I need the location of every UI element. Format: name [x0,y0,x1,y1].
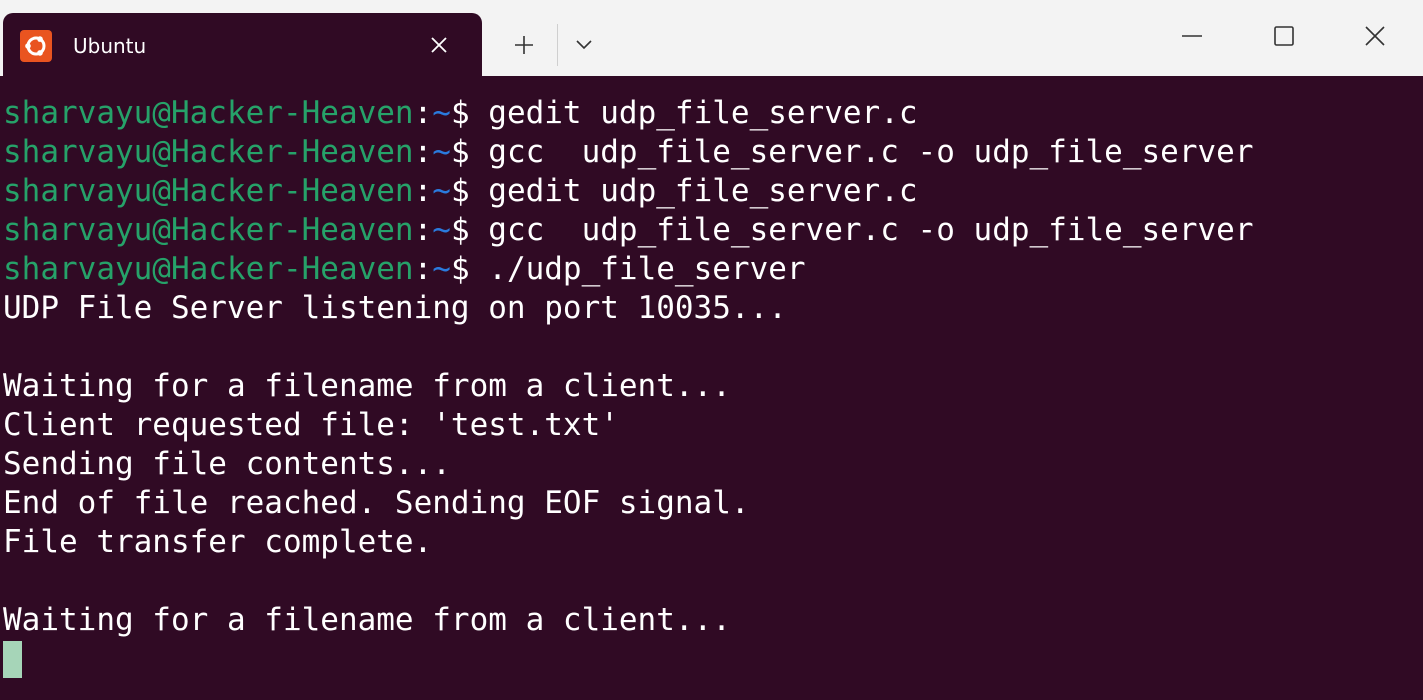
prompt-sign: $ [450,212,489,248]
prompt-sign: $ [450,95,489,131]
output-line: Waiting for a filename from a client... [3,602,731,638]
prompt-path: ~ [432,95,451,131]
prompt-user-host: sharvayu@Hacker-Heaven [3,251,414,287]
prompt-line: sharvayu@Hacker-Heaven:~$ ./udp_file_ser… [0,250,1423,289]
maximize-button[interactable] [1239,0,1329,72]
maximize-icon [1274,26,1294,46]
prompt-user-host: sharvayu@Hacker-Heaven [3,212,414,248]
prompt-colon: : [413,173,433,209]
prompt-sign: $ [450,251,489,287]
output-line: Sending file contents... [3,446,451,482]
close-icon [431,37,447,53]
output-line: End of file reached. Sending EOF signal. [3,485,750,521]
plus-icon [515,36,533,54]
prompt-line: sharvayu@Hacker-Heaven:~$ gcc udp_file_s… [0,211,1423,250]
prompt-sign: $ [450,173,489,209]
prompt-user-host: sharvayu@Hacker-Heaven [3,95,414,131]
close-icon [1365,26,1385,46]
output-line: UDP File Server listening on port 10035.… [3,290,787,326]
command-text: gedit udp_file_server.c [488,173,918,209]
output-line: File transfer complete. [3,524,433,560]
new-tab-button[interactable] [505,28,543,64]
command-text: gedit udp_file_server.c [488,95,918,131]
prompt-path: ~ [432,173,451,209]
tab-ubuntu[interactable]: Ubuntu [3,13,482,76]
prompt-line: sharvayu@Hacker-Heaven:~$ gcc udp_file_s… [0,133,1423,172]
prompt-colon: : [413,134,433,170]
output-line: Client requested file: 'test.txt' [3,407,619,443]
minimize-icon [1182,35,1202,37]
terminal-window: Ubuntu sharvayu@Hacker-Heaven:~$ gedit u… [0,0,1423,700]
prompt-user-host: sharvayu@Hacker-Heaven [3,134,414,170]
prompt-path: ~ [432,212,451,248]
prompt-colon: : [413,212,433,248]
title-bar: Ubuntu [0,0,1423,76]
prompt-path: ~ [432,251,451,287]
ubuntu-logo-icon [20,30,52,62]
prompt-colon: : [413,251,433,287]
minimize-button[interactable] [1147,0,1237,72]
command-text: gcc udp_file_server.c -o udp_file_server [488,134,1254,170]
prompt-path: ~ [432,134,451,170]
terminal-cursor [3,641,22,678]
tab-title: Ubuntu [73,34,147,58]
terminal-output[interactable]: sharvayu@Hacker-Heaven:~$ gedit udp_file… [0,76,1423,700]
prompt-user-host: sharvayu@Hacker-Heaven [3,173,414,209]
command-text: ./udp_file_server [488,251,806,287]
command-text: gcc udp_file_server.c -o udp_file_server [488,212,1254,248]
prompt-colon: : [413,95,433,131]
prompt-sign: $ [450,134,489,170]
chevron-down-icon [576,40,592,50]
close-window-button[interactable] [1330,0,1420,72]
output-line: Waiting for a filename from a client... [3,368,731,404]
close-tab-button[interactable] [423,29,455,61]
tabbar-divider [557,24,558,66]
prompt-line: sharvayu@Hacker-Heaven:~$ gedit udp_file… [0,172,1423,211]
profile-dropdown-button[interactable] [566,28,602,64]
cursor-line [0,640,1423,679]
prompt-line: sharvayu@Hacker-Heaven:~$ gedit udp_file… [0,94,1423,133]
